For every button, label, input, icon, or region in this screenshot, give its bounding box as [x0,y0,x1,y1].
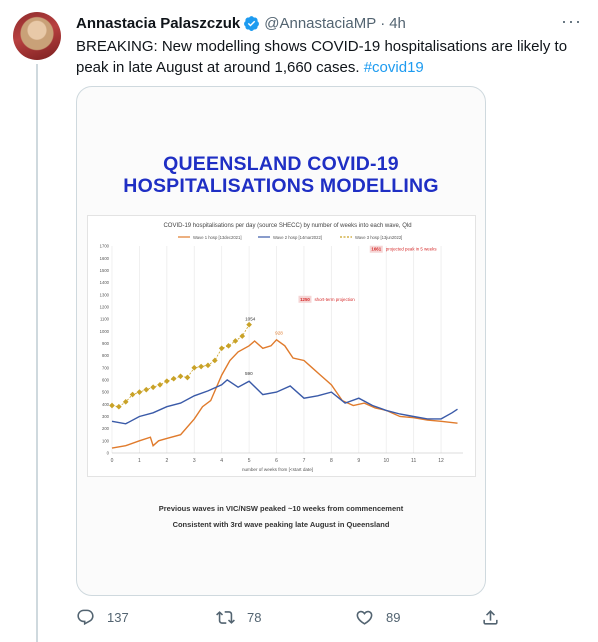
reply-icon [77,609,94,626]
series-point [170,375,177,382]
share-icon [483,610,498,625]
annotation-value: 1661 [371,247,381,252]
reply-button[interactable]: 137 [76,608,129,627]
y-tick-label: 1700 [100,244,110,249]
y-tick-label: 100 [102,438,110,443]
x-axis-label: number of weeks from [<start date] [242,467,313,472]
y-tick-label: 800 [102,353,110,358]
author-name[interactable]: Annastacia Palaszczuk [76,15,240,32]
series-point [191,364,198,371]
x-tick-label: 1 [138,458,141,464]
series-point [198,363,204,370]
y-tick-label: 1000 [100,329,110,334]
retweet-icon [216,611,235,624]
media-title-line2: HOSPITALISATIONS MODELLING [123,175,439,197]
like-count: 89 [386,610,401,625]
heart-icon [356,610,373,625]
chart-svg: COVID-19 hospitalisations per day (sourc… [100,223,463,472]
x-tick-label: 10 [383,458,389,464]
y-tick-label: 1200 [100,304,110,309]
x-tick-label: 12 [438,458,444,464]
x-tick-label: 3 [193,458,196,464]
chart-title: COVID-19 hospitalisations per day (sourc… [163,223,411,229]
separator-dot: · [380,14,386,32]
tweet-media-image[interactable]: QUEENSLAND COVID-19 HOSPITALISATIONS MOD… [76,86,486,596]
y-tick-label: 400 [102,402,110,407]
series-point [218,345,225,352]
series-point [164,378,170,384]
x-tick-label: 11 [411,458,416,464]
y-tick-label: 300 [102,414,110,419]
verified-badge-icon [244,15,260,31]
data-label: 928 [275,331,283,336]
data-label: 590 [245,371,253,376]
tweet-header: Annastacia Palaszczuk @AnnastaciaMP · 4h… [76,11,582,33]
y-tick-label: 600 [102,378,110,383]
series-point [246,321,252,328]
thread-line [36,64,38,642]
series-point [136,389,143,395]
series-point [150,384,156,391]
media-footer-line2: Consistent with 3rd wave peaking late Au… [172,520,390,529]
y-tick-label: 900 [102,341,110,346]
x-tick-label: 0 [111,458,114,464]
tweet-actions: 137 78 89 [76,608,506,632]
reply-count: 137 [107,610,129,625]
y-tick-label: 1300 [100,292,110,297]
y-tick-label: 500 [102,390,110,395]
series-point [177,373,184,380]
legend-label: Wave 2 hosp [14mar2022] [273,235,322,240]
x-tick-label: 8 [330,458,333,464]
avatar[interactable] [13,12,61,60]
share-button[interactable] [481,608,512,627]
x-tick-label: 5 [248,458,251,464]
series-line-1 [111,338,458,449]
series-point [184,374,191,381]
more-options-icon[interactable]: ··· [561,11,582,32]
annotation-text: short-term projection [314,297,355,302]
timestamp[interactable]: 4h [389,15,406,32]
retweet-button[interactable]: 78 [216,608,261,627]
y-tick-label: 1400 [100,280,110,285]
annotation-value: 1250 [300,297,310,302]
series-point [157,381,163,388]
x-tick-label: 6 [275,458,278,464]
y-tick-label: 1600 [100,256,110,261]
author-handle[interactable]: @AnnastaciaMP [264,15,376,32]
media-title-line1: QUEENSLAND COVID-19 [163,153,399,175]
annotation-text: projected peak in 5 weeks [386,247,438,252]
legend-label: Wave 3 hosp [13jun2022] [355,235,402,240]
tweet-body: BREAKING: New modelling shows COVID-19 h… [76,38,568,76]
hashtag-link[interactable]: #covid19 [364,59,424,76]
y-tick-label: 0 [107,451,110,456]
series-point [205,362,211,369]
x-tick-label: 2 [165,458,168,464]
series-point [212,357,218,364]
y-tick-label: 700 [102,365,110,370]
series-point [109,402,115,409]
series-point [225,343,232,349]
retweet-count: 78 [247,610,262,625]
y-tick-label: 200 [102,426,110,431]
like-button[interactable]: 89 [355,608,400,627]
series-point [116,403,122,410]
series-point [239,333,246,339]
x-tick-label: 9 [357,458,360,464]
x-tick-label: 4 [220,458,223,464]
x-tick-label: 7 [303,458,306,464]
media-footer-line1: Previous waves in VIC/NSW peaked ~10 wee… [158,504,404,513]
data-label: 1054 [245,317,256,322]
hospitalisations-chart: COVID-19 hospitalisations per day (sourc… [87,215,476,477]
y-tick-label: 1500 [100,268,110,273]
tweet-text: BREAKING: New modelling shows COVID-19 h… [76,36,581,78]
legend-label: Wave 1 hosp [13dec2021] [193,235,242,240]
series-point [232,338,239,344]
series-point [143,386,150,393]
y-tick-label: 1100 [100,317,110,322]
